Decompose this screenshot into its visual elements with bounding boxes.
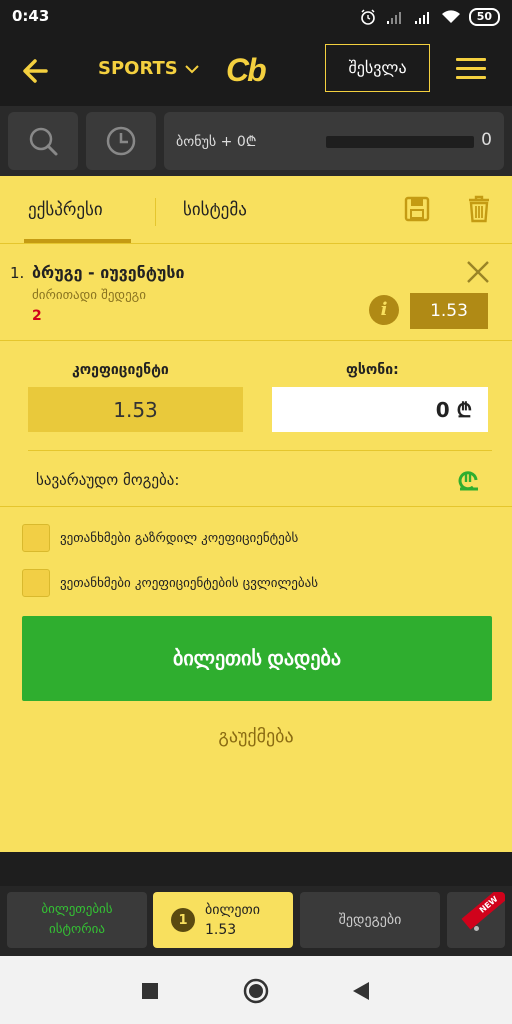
divider <box>28 450 492 451</box>
back-arrow-icon[interactable] <box>18 54 52 88</box>
status-icons: 50 <box>359 7 500 27</box>
search-button[interactable] <box>8 112 78 170</box>
status-bar: 0:43 50 <box>0 0 512 34</box>
tab-bet-history[interactable]: ბილეთების ისტორია <box>7 892 147 948</box>
bottom-spacer <box>0 852 512 886</box>
ticket-count-badge: 1 <box>171 908 195 932</box>
new-badge: NEW <box>461 892 505 930</box>
coefficient-label: კოეფიციენტი <box>72 362 169 378</box>
close-icon[interactable] <box>464 258 492 286</box>
bet-outcome: 2 <box>32 308 42 324</box>
place-bet-button[interactable]: ბილეთის დადება <box>22 616 492 701</box>
ticket-info: ბილეთი 1.53 <box>205 900 260 940</box>
logo[interactable]: Cb <box>226 52 267 89</box>
chevron-down-icon <box>185 64 199 73</box>
cancel-button[interactable]: გაუქმება <box>0 726 512 747</box>
stake-input[interactable] <box>272 387 488 432</box>
status-time: 0:43 <box>12 7 50 25</box>
back-triangle-icon[interactable] <box>351 980 371 1002</box>
bet-match: ბრუგე - იუვენტუსი <box>32 263 185 282</box>
bonus-progress-bar <box>326 136 474 148</box>
tab-system[interactable]: სისტემა <box>183 200 247 220</box>
bet-market: ძირითადი შედეგი <box>32 288 146 303</box>
bottom-tabs: ბილეთების ისტორია 1 ბილეთი 1.53 შედეგები… <box>0 886 512 956</box>
signal-icon-2 <box>414 12 429 24</box>
coefficient-value: 1.53 <box>28 387 243 432</box>
bet-odds: 1.53 <box>410 293 488 329</box>
home-icon[interactable] <box>242 977 270 1005</box>
accept-odds-change-row[interactable]: ვეთანხმები კოეფიციენტების ცვლილებას <box>22 569 318 597</box>
save-icon[interactable] <box>404 196 430 222</box>
toolbar: ბონუს + 0₾ 0 <box>0 106 512 176</box>
bet-index: 1. <box>10 264 25 282</box>
login-button[interactable]: შესვლა <box>325 44 430 92</box>
wifi-icon <box>441 10 460 23</box>
more-button[interactable]: NEW <box>447 892 505 948</box>
search-icon <box>29 127 58 156</box>
clock-icon <box>106 126 136 156</box>
system-navigation-bar <box>0 956 512 1024</box>
tab-results[interactable]: შედეგები <box>300 892 440 948</box>
bonus-count: 0 <box>481 130 492 150</box>
history-button[interactable] <box>86 112 156 170</box>
bet-history-label: ბილეთების ისტორია <box>41 902 113 937</box>
alarm-icon <box>360 9 375 25</box>
tab-separator <box>155 198 156 226</box>
battery-indicator: 50 <box>468 8 500 26</box>
sports-label: SPORTS <box>98 58 178 79</box>
tab-ticket[interactable]: 1 ბილეთი 1.53 <box>153 892 293 948</box>
betslip-panel: ექსპრესი სისტემა 1. ბრუგე - იუვენტუსი ძი… <box>0 176 512 852</box>
accept-increased-odds-label: ვეთანხმები გაზრდილ კოეფიციენტებს <box>60 530 299 546</box>
potential-win-label: სავარაუდო მოგება: <box>36 471 180 489</box>
active-tab-indicator <box>24 239 131 243</box>
tab-express[interactable]: ექსპრესი <box>28 200 103 220</box>
bonus-label: ბონუს + 0₾ <box>176 134 257 150</box>
divider <box>0 506 512 507</box>
ticket-odds: 1.53 <box>205 922 237 938</box>
lari-currency-icon <box>458 471 478 491</box>
recents-icon[interactable] <box>141 982 159 1000</box>
signal-icon <box>386 12 401 24</box>
ticket-label: ბილეთი <box>205 902 260 918</box>
app-header: SPORTS Cb შესვლა <box>0 34 512 106</box>
accept-odds-change-checkbox[interactable] <box>22 569 50 597</box>
hamburger-menu-icon[interactable] <box>456 58 486 82</box>
accept-increased-odds-row[interactable]: ვეთანხმები გაზრდილ კოეფიციენტებს <box>22 524 298 552</box>
accept-odds-change-label: ვეთანხმები კოეფიციენტების ცვლილებას <box>60 575 319 591</box>
info-icon[interactable]: i <box>369 295 399 325</box>
bonus-box[interactable]: ბონუს + 0₾ 0 <box>164 112 504 170</box>
sports-dropdown[interactable]: SPORTS <box>98 58 200 79</box>
bet-item: 1. ბრუგე - იუვენტუსი ძირითადი შედეგი 2 i… <box>0 244 512 341</box>
betslip-tabs: ექსპრესი სისტემა <box>0 176 512 244</box>
stake-label: ფსონი: <box>346 362 399 378</box>
trash-icon[interactable] <box>467 195 491 223</box>
accept-increased-odds-checkbox[interactable] <box>22 524 50 552</box>
